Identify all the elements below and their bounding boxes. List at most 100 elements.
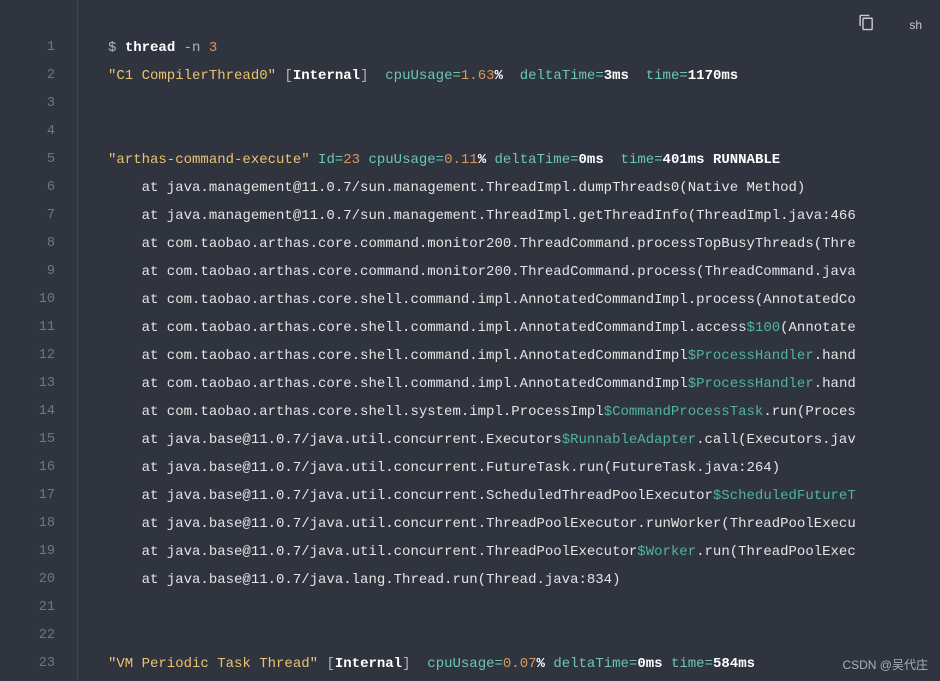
line-number: 17 xyxy=(0,482,77,510)
code-area[interactable]: $ thread -n 3"C1 CompilerThread0" [Inter… xyxy=(78,0,940,681)
code-token: deltaTime= xyxy=(511,68,603,84)
line-number: 2 xyxy=(0,62,77,90)
code-token: 0.07 xyxy=(503,656,537,672)
code-token: % xyxy=(495,68,512,84)
code-token: .hand xyxy=(814,376,856,392)
code-token: $ProcessHandler xyxy=(688,376,814,392)
code-line xyxy=(108,622,940,650)
code-token: 0ms xyxy=(579,152,604,168)
line-number: 4 xyxy=(0,118,77,146)
code-line: at com.taobao.arthas.core.shell.command.… xyxy=(108,286,940,314)
code-line: at java.base@11.0.7/java.util.concurrent… xyxy=(108,454,940,482)
line-number: 23 xyxy=(0,650,77,678)
line-number: 14 xyxy=(0,398,77,426)
code-token: at com.taobao.arthas.core.shell.command.… xyxy=(108,376,688,392)
code-token: at com.taobao.arthas.core.command.monito… xyxy=(108,236,856,252)
code-token: $ xyxy=(108,40,125,56)
code-token: 1170ms xyxy=(688,68,738,84)
code-token: $ScheduledFutureT xyxy=(713,488,856,504)
code-line: "C1 CompilerThread0" [Internal] cpuUsage… xyxy=(108,62,940,90)
line-number: 3 xyxy=(0,90,77,118)
code-line xyxy=(108,118,940,146)
language-label: sh xyxy=(909,18,922,32)
code-token: 3 xyxy=(209,40,217,56)
line-number: 9 xyxy=(0,258,77,286)
code-token: 23 xyxy=(343,152,360,168)
code-token: $Worker xyxy=(637,544,696,560)
code-line: at java.management@11.0.7/sun.management… xyxy=(108,202,940,230)
code-token: at java.base@11.0.7/java.util.concurrent… xyxy=(108,460,780,476)
code-token: cpuUsage= xyxy=(419,656,503,672)
line-number: 22 xyxy=(0,622,77,650)
code-token: $100 xyxy=(747,320,781,336)
line-number: 13 xyxy=(0,370,77,398)
code-line: $ thread -n 3 xyxy=(108,34,940,62)
code-token: Internal xyxy=(293,68,360,84)
code-token: 3ms xyxy=(604,68,638,84)
code-token: .call(Executors.jav xyxy=(696,432,856,448)
code-token: at java.base@11.0.7/java.lang.Thread.run… xyxy=(108,572,620,588)
watermark-text: CSDN @吴代庄 xyxy=(842,656,928,673)
code-token: time= xyxy=(637,68,687,84)
code-token: 401ms RUNNABLE xyxy=(663,152,781,168)
code-line: at java.base@11.0.7/java.lang.Thread.run… xyxy=(108,566,940,594)
code-token: $ProcessHandler xyxy=(688,348,814,364)
line-number: 8 xyxy=(0,230,77,258)
code-block: 1234567891011121314151617181920212223 $ … xyxy=(0,0,940,681)
code-token: Id= xyxy=(310,152,344,168)
code-token: .run(Proces xyxy=(763,404,855,420)
code-token: at java.management@11.0.7/sun.management… xyxy=(108,208,856,224)
copy-icon[interactable] xyxy=(858,14,875,36)
code-line: at com.taobao.arthas.core.command.monito… xyxy=(108,258,940,286)
line-number: 20 xyxy=(0,566,77,594)
code-token: cpuUsage= xyxy=(377,68,461,84)
code-token: at java.base@11.0.7/java.util.concurrent… xyxy=(108,432,562,448)
code-token: [ xyxy=(276,68,293,84)
code-token: 0ms xyxy=(637,656,662,672)
code-token: "C1 CompilerThread0" xyxy=(108,68,276,84)
code-line: at com.taobao.arthas.core.shell.system.i… xyxy=(108,398,940,426)
code-token: [ xyxy=(318,656,335,672)
code-token: thread xyxy=(125,40,184,56)
line-number: 16 xyxy=(0,454,77,482)
code-token: $RunnableAdapter xyxy=(562,432,696,448)
code-token: "arthas-command-execute" xyxy=(108,152,310,168)
line-number: 6 xyxy=(0,174,77,202)
code-line: at java.base@11.0.7/java.util.concurrent… xyxy=(108,538,940,566)
line-number: 11 xyxy=(0,314,77,342)
code-line xyxy=(108,90,940,118)
code-token: cpuUsage= xyxy=(360,152,444,168)
code-line: at com.taobao.arthas.core.command.monito… xyxy=(108,230,940,258)
code-token: time= xyxy=(663,656,713,672)
code-line xyxy=(108,594,940,622)
code-token: % xyxy=(478,152,486,168)
line-number: 15 xyxy=(0,426,77,454)
code-token: at com.taobao.arthas.core.command.monito… xyxy=(108,264,856,280)
code-token: ] xyxy=(402,656,419,672)
code-token: time= xyxy=(604,152,663,168)
line-number: 18 xyxy=(0,510,77,538)
code-token: (Annotate xyxy=(780,320,856,336)
code-toolbar: sh xyxy=(858,14,922,36)
code-token: at com.taobao.arthas.core.shell.command.… xyxy=(108,292,856,308)
line-number: 5 xyxy=(0,146,77,174)
code-line: at java.base@11.0.7/java.util.concurrent… xyxy=(108,510,940,538)
code-line: at java.base@11.0.7/java.util.concurrent… xyxy=(108,426,940,454)
code-token: deltaTime= xyxy=(486,152,578,168)
code-token: at com.taobao.arthas.core.shell.system.i… xyxy=(108,404,604,420)
code-line: "arthas-command-execute" Id=23 cpuUsage=… xyxy=(108,146,940,174)
code-line: at java.management@11.0.7/sun.management… xyxy=(108,174,940,202)
code-line: "VM Periodic Task Thread" [Internal] cpu… xyxy=(108,650,940,678)
code-token: .run(ThreadPoolExec xyxy=(696,544,856,560)
code-token: 584ms xyxy=(713,656,755,672)
code-line: at java.base@11.0.7/java.util.concurrent… xyxy=(108,482,940,510)
code-line: at com.taobao.arthas.core.shell.command.… xyxy=(108,342,940,370)
code-line: at com.taobao.arthas.core.shell.command.… xyxy=(108,314,940,342)
code-token: at com.taobao.arthas.core.shell.command.… xyxy=(108,348,688,364)
code-token: % xyxy=(537,656,545,672)
line-number: 21 xyxy=(0,594,77,622)
code-token: at java.base@11.0.7/java.util.concurrent… xyxy=(108,544,637,560)
code-token: $CommandProcessTask xyxy=(604,404,764,420)
line-number: 1 xyxy=(0,34,77,62)
code-token: at java.base@11.0.7/java.util.concurrent… xyxy=(108,488,713,504)
